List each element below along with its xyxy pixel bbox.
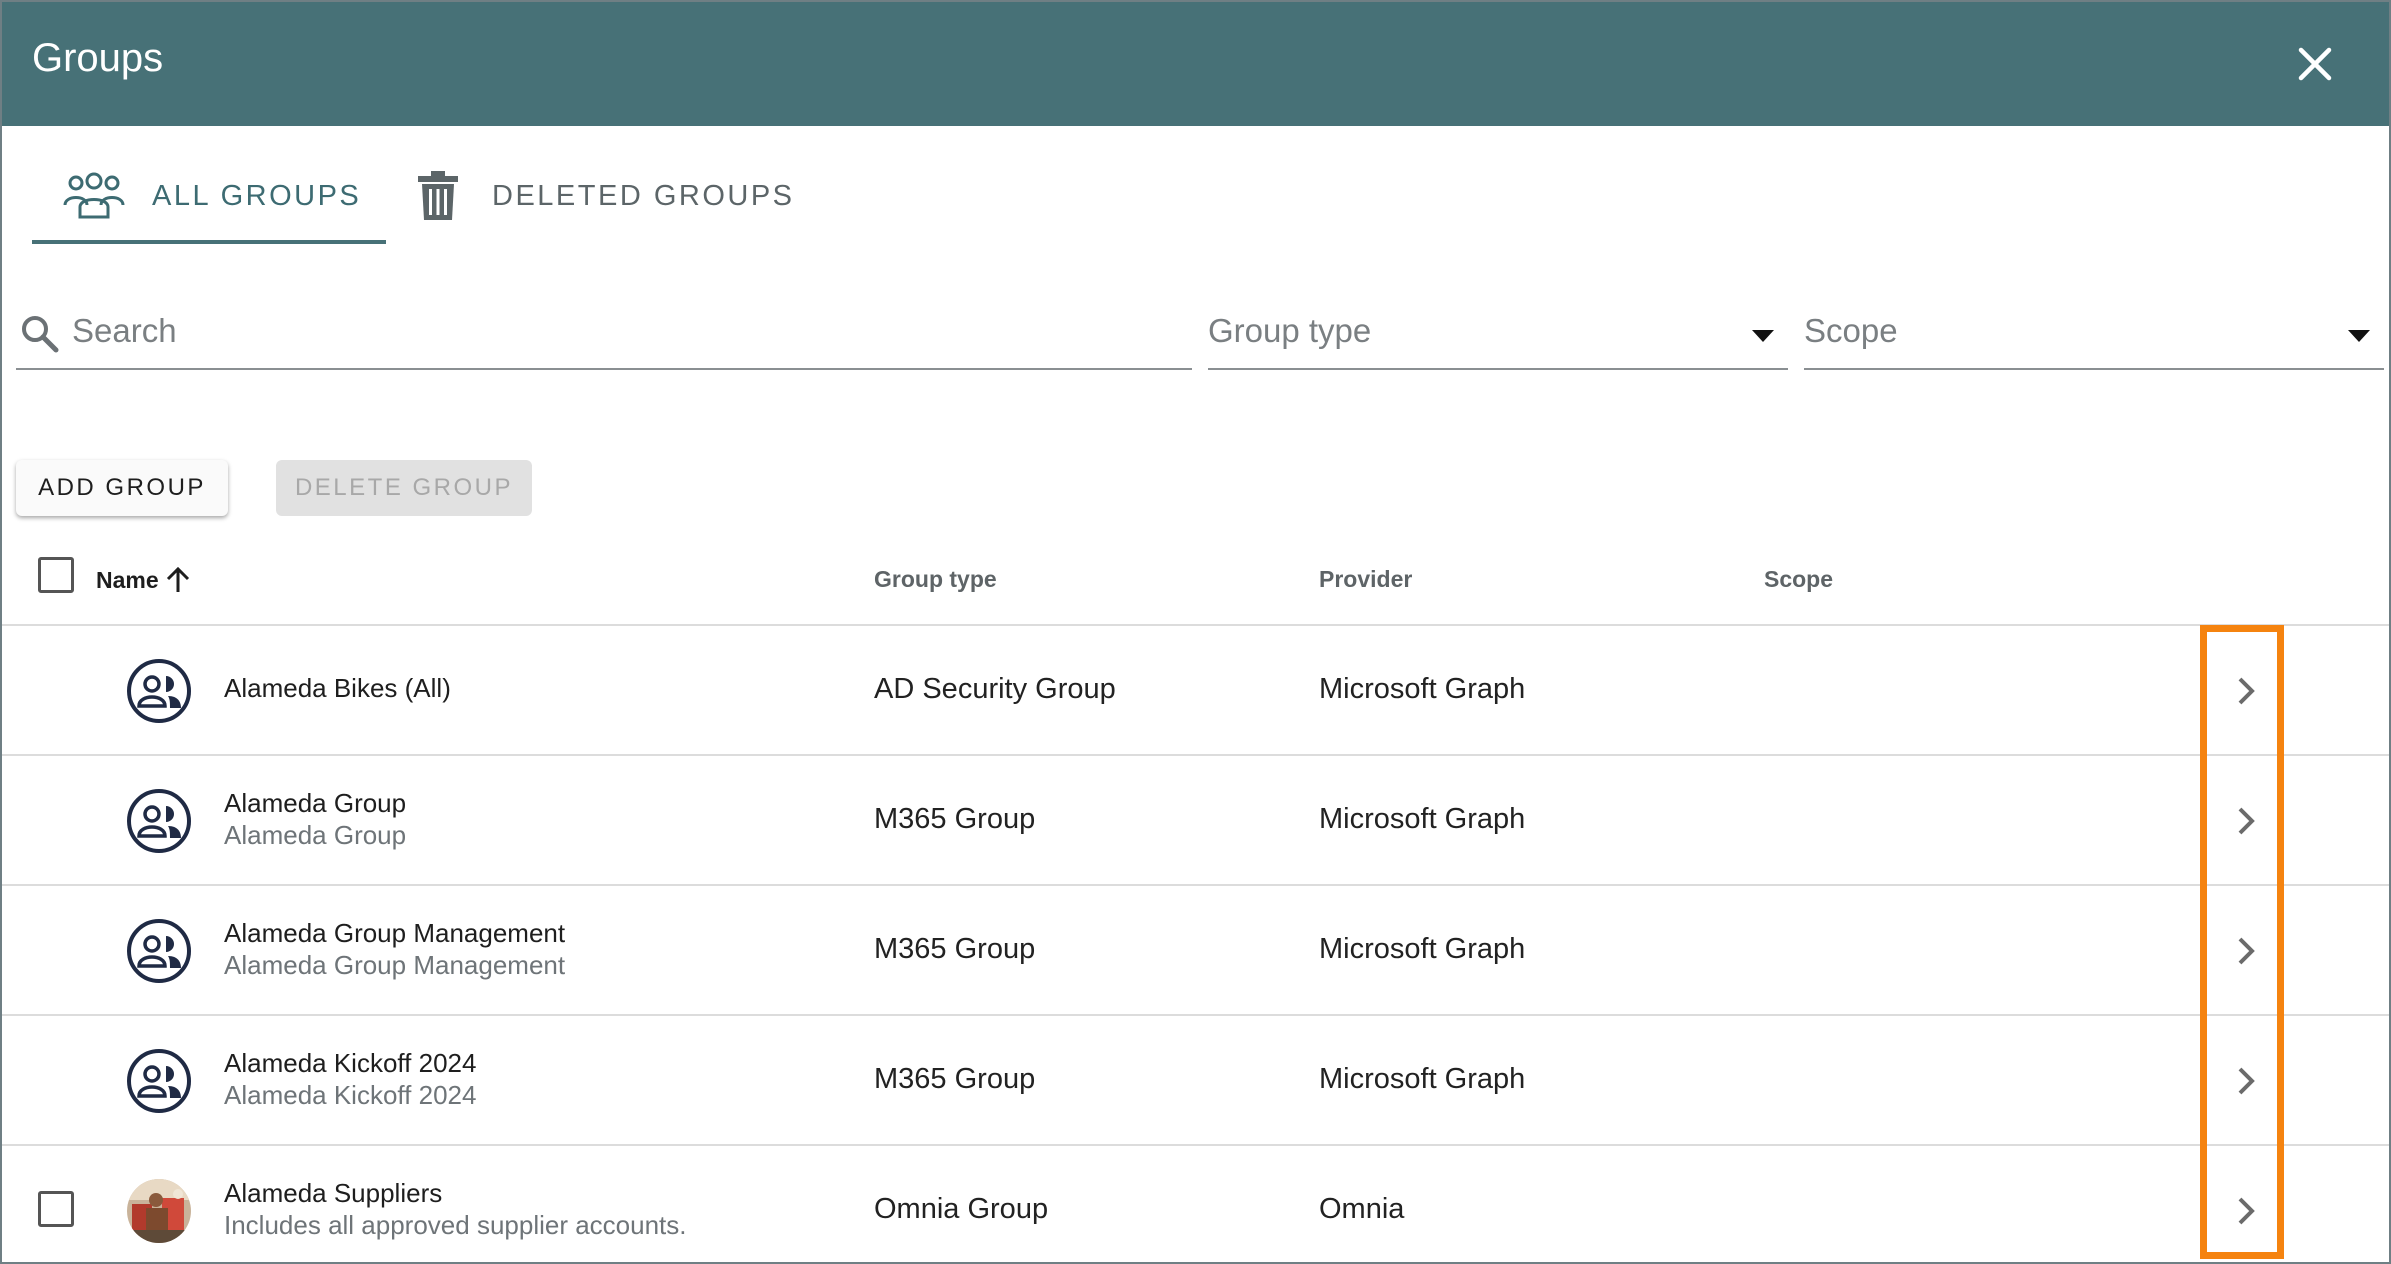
row-provider: Microsoft Graph [1319,803,1526,835]
row-title: Alameda Suppliers [224,1178,443,1208]
group-avatar-icon [127,789,191,853]
chevron-right-icon [2238,1197,2255,1225]
add-group-button[interactable]: ADD GROUP [16,460,228,516]
search-input[interactable] [72,312,1172,350]
select-all-checkbox[interactable] [38,557,74,593]
group-type-select[interactable]: Group type [1208,294,1788,370]
row-checkbox[interactable] [38,1191,74,1227]
column-header-group-type[interactable]: Group type [874,566,997,593]
chevron-right-icon [2238,677,2255,705]
row-provider: Microsoft Graph [1319,933,1526,965]
chevron-right-icon [2238,807,2255,835]
table-row[interactable]: Alameda Bikes (All) AD Security Group Mi… [2,626,2389,756]
row-open-button[interactable] [2220,923,2272,979]
row-group-type: M365 Group [874,933,1036,965]
close-button[interactable] [2287,36,2343,92]
active-tab-indicator [32,240,386,244]
row-open-button[interactable] [2220,1183,2272,1239]
groups-dialog: Groups ALL GROUPS DELETED GROUPS Search … [0,0,2391,1264]
dialog-title: Groups [32,36,164,80]
row-subtitle: Includes all approved supplier accounts. [224,1210,687,1240]
row-group-type: M365 Group [874,1063,1036,1095]
tab-deleted-groups-label: DELETED GROUPS [492,179,795,212]
table-row[interactable]: Alameda Kickoff 2024 Alameda Kickoff 202… [2,1016,2389,1146]
scope-placeholder: Scope [1804,312,1898,349]
table-row[interactable]: Alameda Suppliers Includes all approved … [2,1146,2389,1262]
row-subtitle: Alameda Group Management [224,950,566,980]
table-header: Name Group type Provider Scope [2,550,2389,626]
sort-ascending-icon [166,566,189,592]
table-row[interactable]: Alameda Group Alameda Group M365 Group M… [2,756,2389,886]
users-icon [63,172,125,219]
row-provider: Microsoft Graph [1319,673,1526,705]
chevron-down-icon [1752,330,1774,342]
row-provider: Microsoft Graph [1319,1063,1526,1095]
table-row[interactable]: Alameda Group Management Alameda Group M… [2,886,2389,1016]
row-title: Alameda Group [224,788,407,818]
row-group-type: M365 Group [874,803,1036,835]
row-subtitle: Alameda Group [224,820,407,850]
row-title: Alameda Kickoff 2024 [224,1048,477,1078]
column-header-name[interactable]: Name [96,566,191,594]
row-subtitle: Alameda Kickoff 2024 [224,1080,477,1110]
row-title: Alameda Group Management [224,918,566,948]
row-open-button[interactable] [2220,1053,2272,1109]
row-open-button[interactable] [2220,793,2272,849]
chevron-down-icon [2348,330,2370,342]
group-avatar-icon [127,659,191,723]
column-header-provider[interactable]: Provider [1319,566,1412,593]
trash-icon [418,171,458,220]
delete-group-button: DELETE GROUP [276,460,532,516]
row-open-button[interactable] [2220,663,2272,719]
search-field [16,294,1192,370]
group-avatar-icon [127,919,191,983]
tab-all-groups[interactable]: ALL GROUPS [32,152,386,244]
row-group-type: Omnia Group [874,1193,1049,1225]
group-type-placeholder: Group type [1208,312,1372,349]
search-icon [22,316,59,353]
column-header-scope[interactable]: Scope [1764,566,1833,593]
close-icon [2298,47,2332,81]
chevron-right-icon [2238,937,2255,965]
row-group-type: AD Security Group [874,673,1116,705]
scope-select[interactable]: Scope [1804,294,2384,370]
row-title: Alameda Bikes (All) [224,673,451,703]
chevron-right-icon [2238,1067,2255,1095]
column-header-name-label: Name [96,566,159,593]
tab-all-groups-label: ALL GROUPS [152,179,362,212]
dialog-header: Groups [2,2,2389,126]
group-avatar-icon [127,1049,191,1113]
tab-deleted-groups[interactable]: DELETED GROUPS [416,152,836,240]
photo-avatar [127,1179,191,1243]
row-provider: Omnia [1319,1193,1405,1225]
